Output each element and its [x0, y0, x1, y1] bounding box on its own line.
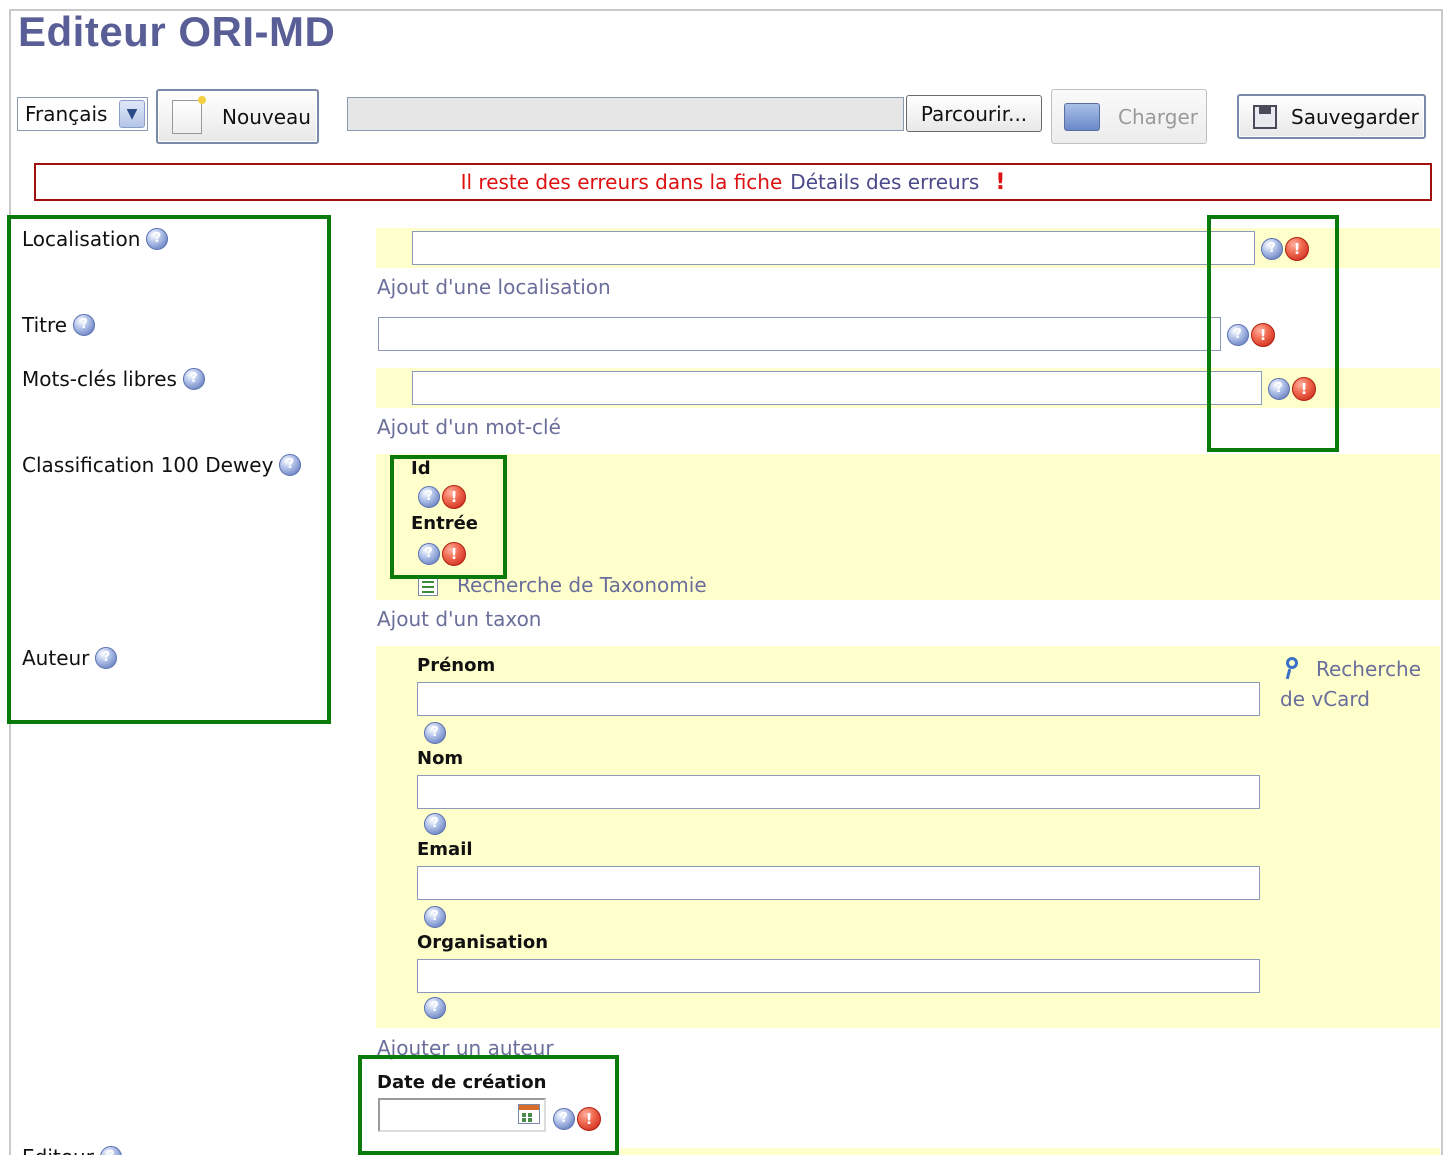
auteur-prenom-status: ?	[424, 722, 446, 744]
titre-input[interactable]	[378, 317, 1221, 351]
browse-button[interactable]: Parcourir...	[906, 95, 1042, 132]
taxonomy-list-icon[interactable]	[418, 576, 438, 596]
file-path-input[interactable]	[347, 97, 904, 131]
error-indicator-icon: !	[995, 169, 1006, 195]
frame-border-right	[1441, 9, 1443, 1155]
error-details-link[interactable]: Détails des erreurs	[790, 170, 979, 194]
highlight-date-box	[358, 1055, 619, 1155]
error-message: Il reste des erreurs dans la fiche	[460, 170, 783, 194]
auteur-email-status: ?	[424, 906, 446, 928]
chevron-down-icon[interactable]: ▼	[119, 100, 145, 128]
new-button-label: Nouveau	[222, 104, 311, 129]
mots-cles-input[interactable]	[412, 371, 1262, 405]
browse-button-label: Parcourir...	[920, 101, 1028, 126]
highlight-status-icons-box	[1207, 215, 1339, 452]
language-select-value: Français	[25, 102, 108, 126]
language-select[interactable]: Français ▼	[17, 97, 148, 131]
highlight-classification-box	[390, 455, 507, 579]
auteur-organisation-input[interactable]	[417, 959, 1260, 993]
vcard-search-link-line1[interactable]: Recherche	[1316, 657, 1421, 681]
add-mot-cle-link[interactable]: Ajout d'un mot-clé	[377, 415, 561, 439]
magnifier-icon[interactable]	[1283, 656, 1303, 682]
label-editeur-text: Editeur	[22, 1145, 94, 1155]
auteur-email-label: Email	[417, 839, 473, 860]
folder-open-icon	[1064, 102, 1100, 131]
auteur-organisation-label: Organisation	[417, 932, 549, 953]
help-icon[interactable]: ?	[99, 1146, 122, 1155]
floppy-disk-icon	[1253, 104, 1277, 129]
auteur-prenom-label: Prénom	[417, 655, 496, 676]
vcard-search-link-line2[interactable]: de vCard	[1280, 687, 1370, 711]
auteur-nom-input[interactable]	[417, 775, 1260, 809]
new-button[interactable]: Nouveau	[156, 89, 319, 144]
auteur-prenom-input[interactable]	[417, 682, 1260, 716]
help-icon[interactable]: ?	[424, 722, 446, 744]
new-document-icon	[172, 95, 206, 134]
add-localisation-link[interactable]: Ajout d'une localisation	[377, 275, 611, 299]
localisation-input[interactable]	[412, 231, 1255, 265]
auteur-organisation-status: ?	[424, 997, 446, 1019]
highlight-labels-box	[7, 215, 331, 724]
help-icon[interactable]: ?	[424, 813, 446, 835]
auteur-nom-label: Nom	[417, 748, 464, 769]
save-button-label: Sauvegarder	[1291, 104, 1419, 129]
help-icon[interactable]: ?	[424, 997, 446, 1019]
help-icon[interactable]: ?	[424, 906, 446, 928]
editor-page: Editeur ORI-MD Français ▼ Nouveau Parcou…	[0, 0, 1450, 1155]
load-button[interactable]: Charger	[1051, 89, 1207, 144]
error-banner: Il reste des erreurs dans la fiche Détai…	[34, 163, 1432, 201]
add-taxon-link[interactable]: Ajout d'un taxon	[377, 607, 541, 631]
editeur-section	[620, 1148, 1440, 1155]
load-button-label: Charger	[1118, 104, 1198, 129]
app-title: Editeur ORI-MD	[18, 8, 336, 55]
label-editeur: Editeur ?	[22, 1145, 122, 1155]
auteur-nom-status: ?	[424, 813, 446, 835]
auteur-email-input[interactable]	[417, 866, 1260, 900]
save-button[interactable]: Sauvegarder	[1237, 94, 1426, 139]
